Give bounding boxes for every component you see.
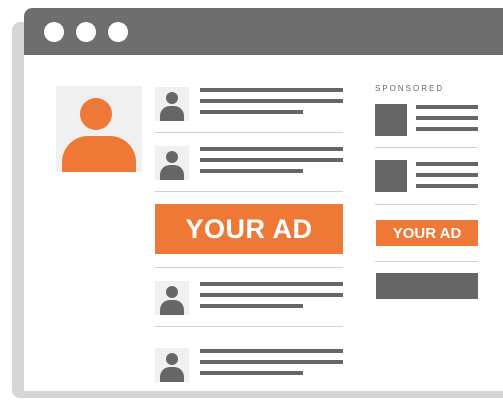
sidebar-divider [375, 147, 478, 148]
feed-post[interactable] [155, 146, 343, 186]
feed-divider [155, 267, 343, 268]
profile-avatar[interactable] [56, 86, 142, 172]
text-line-placeholder [200, 158, 343, 162]
sponsored-thumbnail[interactable] [375, 160, 407, 192]
sponsored-placeholder-block[interactable] [376, 273, 478, 299]
user-avatar-icon-body [62, 136, 136, 172]
user-avatar-icon-head [80, 98, 112, 130]
sidebar-divider [375, 204, 478, 205]
feed-ad-banner[interactable]: YOUR AD [155, 204, 343, 254]
user-icon [155, 348, 189, 382]
text-line-placeholder [200, 293, 343, 297]
text-line-placeholder [200, 147, 343, 151]
text-line-placeholder [416, 173, 478, 177]
sponsored-heading: SPONSORED [375, 84, 445, 93]
browser-window: YOUR AD SPONSORED YOUR AD [24, 8, 503, 391]
text-line-placeholder [200, 110, 303, 114]
user-icon [155, 146, 189, 180]
ad-placement-illustration: YOUR AD SPONSORED YOUR AD [0, 0, 503, 403]
feed-post[interactable] [155, 348, 343, 388]
text-line-placeholder [416, 116, 478, 120]
text-line-placeholder [416, 184, 478, 188]
text-line-placeholder [200, 99, 343, 103]
feed-divider [155, 326, 343, 327]
user-icon [155, 87, 189, 121]
text-line-placeholder [200, 360, 343, 364]
feed-divider [155, 132, 343, 133]
window-control-icon[interactable] [44, 22, 64, 42]
text-line-placeholder [416, 105, 478, 109]
text-line-placeholder [200, 304, 303, 308]
text-line-placeholder [200, 349, 343, 353]
sponsored-thumbnail[interactable] [375, 104, 407, 136]
sidebar-divider [375, 261, 478, 262]
window-titlebar [24, 8, 503, 55]
feed-post[interactable] [155, 281, 343, 321]
text-line-placeholder [200, 169, 303, 173]
text-line-placeholder [200, 371, 303, 375]
feed-post[interactable] [155, 87, 343, 127]
window-control-icon[interactable] [76, 22, 96, 42]
user-icon [155, 281, 189, 315]
text-line-placeholder [416, 162, 478, 166]
text-line-placeholder [200, 282, 343, 286]
text-line-placeholder [200, 88, 343, 92]
sidebar-ad-banner[interactable]: YOUR AD [376, 220, 478, 246]
feed-divider [155, 191, 343, 192]
text-line-placeholder [416, 127, 478, 131]
window-control-icon[interactable] [108, 22, 128, 42]
